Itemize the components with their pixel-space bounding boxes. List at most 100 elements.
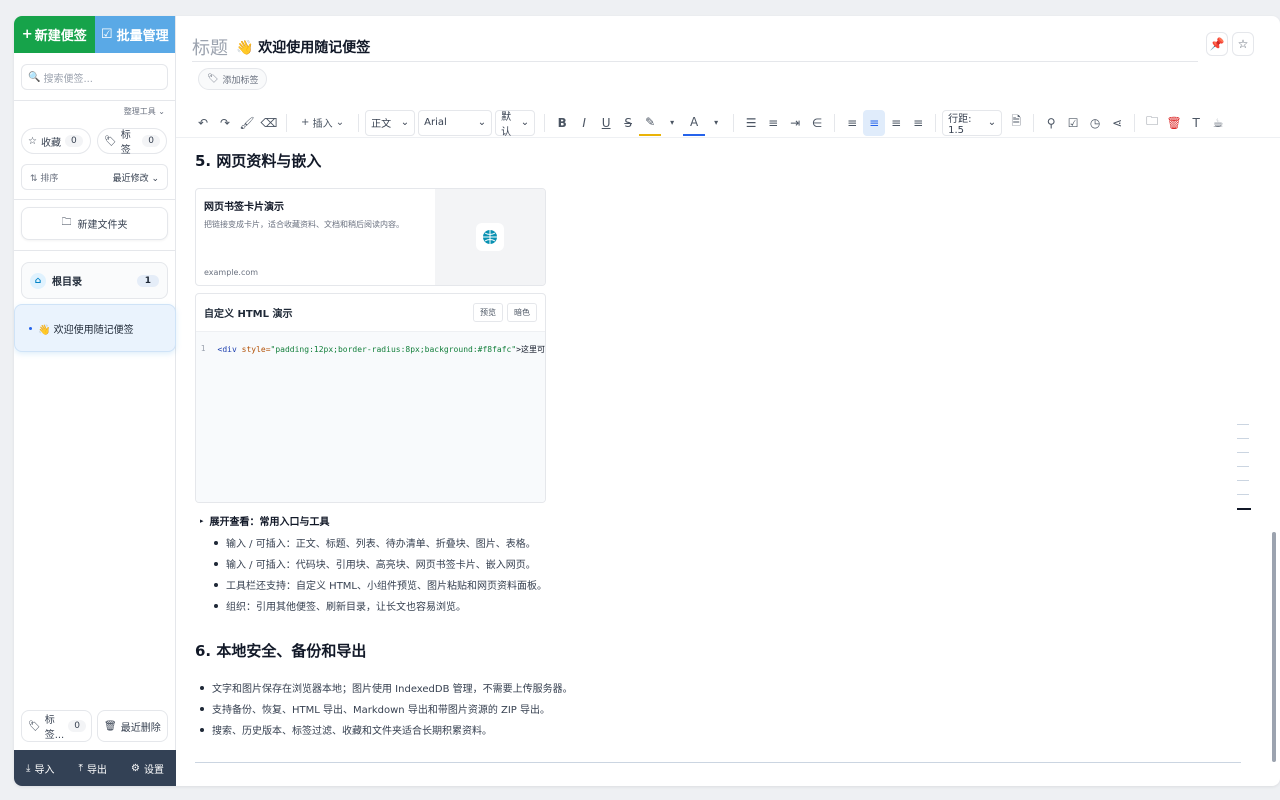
preview-button[interactable]: 预览 — [473, 303, 503, 322]
outline-mark[interactable] — [1237, 494, 1249, 495]
outdent-icon[interactable]: ∈ — [806, 110, 828, 136]
outline-navigator[interactable] — [1237, 424, 1251, 523]
numbered-list-icon[interactable]: ≡ — [762, 110, 784, 136]
new-note-button[interactable]: + 新建便签 — [14, 16, 95, 53]
outline-mark[interactable] — [1237, 466, 1249, 467]
document-icon[interactable]: 🗎 — [1005, 110, 1027, 136]
favorite-button[interactable]: ☆ — [1232, 32, 1254, 56]
bookmark-url: example.com — [204, 268, 259, 277]
editor-toolbar: ↶ ↷ 🖌 ⌫ + 插入 ⌄ 正文 ⌄ Arial ⌄ 默认 ⌄ B I U S ✎ … — [176, 108, 1280, 138]
favorites-chip[interactable]: ☆ 收藏 0 — [21, 128, 91, 154]
list-item: 支持备份、恢复、HTML 导出、Markdown 导出和带图片资源的 ZIP 导… — [200, 698, 573, 719]
tags-count: 0 — [142, 135, 160, 147]
text-color-dropdown[interactable]: ▾ — [705, 110, 727, 136]
scrollbar-thumb[interactable] — [1272, 532, 1276, 762]
outline-mark[interactable] — [1237, 438, 1249, 439]
sort-select[interactable]: ⇅ 排序 最近修改 ⌄ — [21, 164, 168, 190]
title-underline — [192, 61, 1198, 62]
checklist-icon[interactable]: ☑ — [1062, 110, 1084, 136]
list-item: 文字和图片保存在浏览器本地；图片使用 IndexedDB 管理，不需要上传服务器… — [200, 677, 573, 698]
tools-toggle[interactable]: 整理工具 ⌄ — [124, 106, 165, 117]
list-item: 输入 / 可插入：正文、标题、列表、待办清单、折叠块、图片、表格。 — [214, 532, 547, 553]
block-type-select[interactable]: 正文 ⌄ — [365, 109, 416, 136]
chevron-down-icon: ⌄ — [151, 173, 159, 184]
clear-format-button[interactable]: ⌫ — [258, 110, 280, 136]
size-select[interactable]: 默认 ⌄ — [495, 109, 536, 138]
import-button[interactable]: ⤓ 导入 — [26, 761, 54, 776]
code-editor[interactable]: 1 <div style="padding:12px;border-radius… — [196, 332, 545, 502]
coffee-icon[interactable]: ☕ — [1207, 110, 1229, 136]
align-justify-icon[interactable]: ≡ — [907, 110, 929, 136]
list-item: 工具栏还支持：自定义 HTML、小组件预览、图片粘贴和网页资料面板。 — [214, 574, 547, 595]
list-item-text: 输入 / 可插入：代码块、引用块、高亮块、网页书签卡片、嵌入网页。 — [226, 560, 536, 571]
bottom-tags-button[interactable]: 🏷 标签... 0 — [21, 710, 92, 742]
folder-root-count: 1 — [136, 274, 159, 287]
delete-icon[interactable]: 🗑 — [1163, 110, 1185, 136]
recent-deleted-button[interactable]: 🗑 最近删除 — [97, 710, 168, 742]
outline-mark[interactable] — [1237, 424, 1249, 425]
share-icon[interactable]: ⋖ — [1106, 110, 1128, 136]
outline-mark-active[interactable] — [1237, 508, 1251, 510]
details-toggle[interactable]: ▸ 展开查看：常用入口与工具 — [200, 513, 330, 529]
settings-label: 设置 — [143, 764, 164, 776]
scrollbar[interactable] — [1268, 142, 1280, 786]
settings-button[interactable]: ⚙ 设置 — [131, 761, 164, 776]
text-color-icon[interactable]: A — [683, 110, 706, 136]
list-item-text: 输入 / 可插入：正文、标题、列表、待办清单、折叠块、图片、表格。 — [226, 539, 536, 550]
line-height-select[interactable]: 行距: 1.5 ⌄ — [942, 109, 1003, 136]
bookmark-thumbnail — [435, 189, 545, 285]
folder-root[interactable]: ⌂ 根目录 1 — [21, 262, 168, 299]
divider — [14, 199, 176, 200]
highlight-icon[interactable]: ✎ — [639, 110, 662, 136]
list-item: 输入 / 可插入：代码块、引用块、高亮块、网页书签卡片、嵌入网页。 — [214, 553, 547, 574]
size-value: 默认 — [501, 111, 512, 138]
align-left-icon[interactable]: ≡ — [841, 110, 863, 136]
export-button[interactable]: ⤒ 导出 — [79, 761, 107, 776]
chevron-down-icon: ⌄ — [400, 117, 410, 128]
details-summary: 展开查看：常用入口与工具 — [209, 517, 330, 528]
strikethrough-button[interactable]: S — [617, 110, 639, 136]
favorites-count: 0 — [64, 135, 83, 147]
outline-mark[interactable] — [1237, 480, 1249, 481]
pin-button[interactable]: 📌 — [1206, 32, 1228, 56]
insert-label: 插入 — [312, 119, 333, 130]
undo-button[interactable]: ↶ — [192, 110, 214, 136]
add-tag-button[interactable]: 🏷 添加标签 — [198, 68, 268, 90]
chevron-down-icon: ⌄ — [520, 117, 530, 128]
format-painter-button[interactable]: 🖌 — [236, 110, 258, 136]
align-center-icon[interactable]: ≡ — [863, 109, 886, 136]
note-list-item-title: 👋 欢迎使用随记便签 — [38, 324, 134, 336]
sort-value: 最近修改 — [112, 173, 149, 184]
new-folder-button[interactable]: 🗀 新建文件夹 — [21, 207, 168, 240]
highlight-dropdown[interactable]: ▾ — [661, 110, 683, 136]
toolbar-separator — [358, 113, 360, 132]
italic-button[interactable]: I — [573, 110, 595, 136]
indent-icon[interactable]: ⇥ — [784, 110, 806, 136]
toolbar-separator — [544, 113, 546, 132]
note-list-item[interactable]: 👋 欢迎使用随记便签 — [14, 304, 176, 352]
bold-button[interactable]: B — [551, 110, 573, 136]
heading-section-5: 5. 网页资料与嵌入 — [195, 152, 322, 170]
bookmark-card[interactable]: 网页书签卡片演示 把链接变成卡片，适合收藏资料、文档和稍后阅读内容。 examp… — [195, 188, 546, 286]
font-select[interactable]: Arial ⌄ — [418, 109, 493, 136]
code-attr: style= — [241, 345, 271, 354]
insert-menu[interactable]: + 插入 ⌄ — [293, 110, 352, 136]
outline-mark[interactable] — [1237, 452, 1249, 453]
bullet-list-icon[interactable]: ☰ — [740, 110, 762, 136]
bookmark-title: 网页书签卡片演示 — [204, 202, 284, 213]
tags-chip[interactable]: 🏷 标签 0 — [97, 128, 167, 156]
recent-deleted-label: 最近删除 — [120, 722, 161, 734]
dark-mode-button[interactable]: 暗色 — [507, 303, 537, 322]
custom-html-block[interactable]: 自定义 HTML 演示 预览 暗色 1 <div style="padding:… — [195, 293, 546, 503]
underline-button[interactable]: U — [595, 110, 617, 136]
search-input[interactable]: 🔍 搜索便签... — [21, 64, 168, 90]
redo-button[interactable]: ↷ — [214, 110, 236, 136]
align-right-icon[interactable]: ≡ — [885, 110, 907, 136]
title-input[interactable]: 👋 欢迎使用随记便签 — [236, 37, 370, 57]
batch-manage-button[interactable]: ☑ 批量管理 — [94, 16, 175, 53]
history-icon[interactable]: ◷ — [1084, 110, 1106, 136]
text-style-icon[interactable]: T — [1185, 110, 1207, 136]
sidebar: + 新建便签 ☑ 批量管理 🔍 搜索便签... 整理工具 ⌄ ☆ 收藏 0 🏷 标签 0 ⇅ … — [14, 16, 176, 786]
move-folder-icon[interactable]: 🗀 — [1141, 110, 1163, 136]
search-icon[interactable]: ⚲ — [1040, 110, 1062, 136]
